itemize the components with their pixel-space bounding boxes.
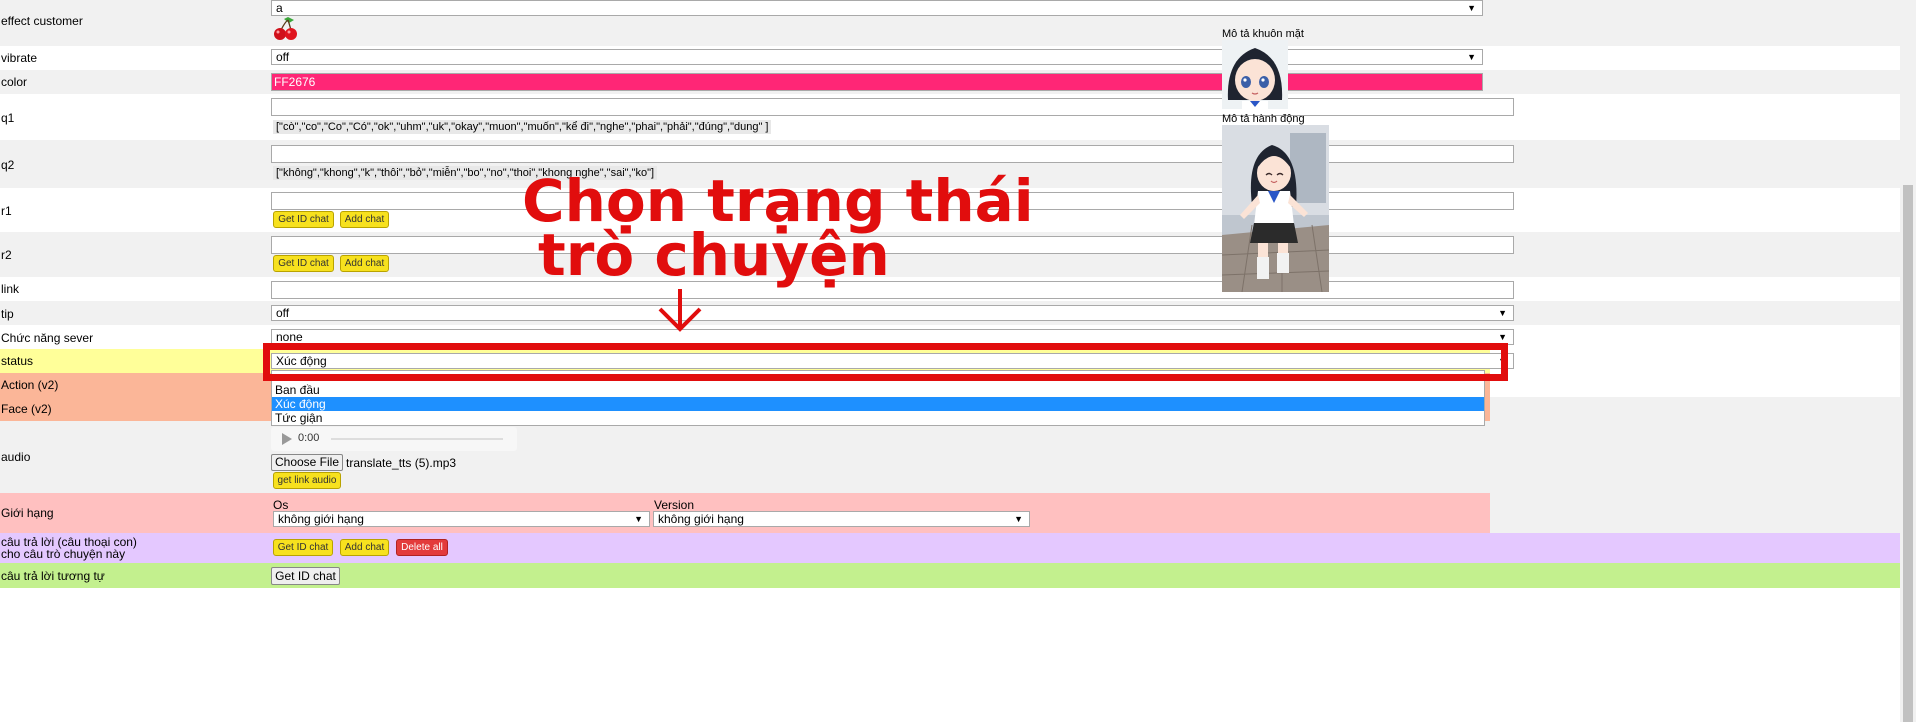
audio-progress-track[interactable] [331,438,503,440]
chevron-down-icon: ▼ [1467,52,1476,62]
label-limit: Giới hạng [1,506,54,520]
label-q2: q2 [1,158,15,172]
answer-get-id-button[interactable]: Get ID chat [273,539,333,556]
limit-os-select[interactable]: không giới hạng ▼ [273,511,650,527]
label-status: status [1,354,34,368]
limit-version-value: không giới hạng [658,512,744,526]
color-value: FF2676 [274,75,316,89]
status-option-xuc-dong[interactable]: Xúc động [272,397,1484,411]
limit-os-label: Os [273,498,289,512]
audio-time: 0:00 [298,432,320,444]
vibrate-select[interactable]: off ▼ [271,49,1483,65]
label-r1: r1 [1,204,12,218]
label-similar: câu trả lời tương tự [1,569,105,583]
face-preview-image [1222,40,1288,109]
label-q1: q1 [1,111,15,125]
choose-file-button[interactable]: Choose File [271,454,343,471]
audio-filename: translate_tts (5).mp3 [346,456,457,470]
audio-player[interactable]: 0:00 [271,427,517,451]
r1-add-chat-button[interactable]: Add chat [340,211,389,228]
label-face: Face (v2) [1,402,52,416]
label-color: color [1,75,28,89]
get-link-audio-button[interactable]: get link audio [273,472,341,489]
effect-customer-value: a [276,1,283,15]
limit-version-label: Version [654,498,695,512]
status-option-ban-dau[interactable]: Ban đầu [275,383,1481,397]
action-preview-image [1222,125,1329,292]
q1-input[interactable] [271,98,1514,116]
chevron-down-icon: ▼ [634,514,643,524]
label-server: Chức năng sever [1,331,94,345]
label-answer-2: cho câu trò chuyện này [1,547,126,561]
label-tip: tip [1,307,14,321]
status-option-tuc-gian[interactable]: Tức giận [275,411,1481,425]
label-effect-customer: effect customer [1,14,83,28]
tip-select[interactable]: off ▼ [271,305,1514,321]
status-highlight-frame [263,343,1508,381]
label-action: Action (v2) [1,378,59,392]
limit-os-value: không giới hạng [278,512,364,526]
delete-all-button[interactable]: Delete all [396,539,448,556]
r1-get-id-button[interactable]: Get ID chat [273,211,334,228]
arrow-down-icon [658,289,702,332]
vibrate-value: off [276,50,290,64]
face-preview-title: Mô tả khuôn mặt [1222,28,1304,40]
color-input[interactable]: FF2676 [271,73,1483,91]
chevron-down-icon: ▼ [1498,308,1507,318]
label-audio: audio [1,450,31,464]
row-bg-limit-right [1490,493,1900,533]
chevron-down-icon: ▼ [1498,332,1507,342]
server-value: none [276,330,303,344]
row-bg-face-right [1490,397,1900,421]
label-vibrate: vibrate [1,51,38,65]
chevron-down-icon: ▼ [1014,514,1023,524]
cherry-icon [274,17,297,40]
status-option-xuc-dong-label: Xúc động [275,397,326,411]
play-icon[interactable] [281,432,293,446]
r2-get-id-button[interactable]: Get ID chat [273,255,334,272]
limit-version-select[interactable]: không giới hạng ▼ [653,511,1030,527]
label-link: link [1,282,20,296]
label-r2: r2 [1,248,12,262]
r2-add-chat-button[interactable]: Add chat [340,255,389,272]
action-preview-title: Mô tả hành động [1222,113,1305,125]
scrollbar-thumb[interactable] [1903,185,1913,722]
chevron-down-icon: ▼ [1467,3,1476,13]
answer-add-chat-button[interactable]: Add chat [340,539,389,556]
similar-get-id-button[interactable]: Get ID chat [271,567,340,585]
tip-value: off [276,306,290,320]
q1-hint: ["cò","co","Co","Có","ok","uhm","uk","ok… [273,120,772,134]
annotation-line-2: trò chuyện [538,221,890,289]
effect-customer-select[interactable]: a ▼ [271,0,1483,16]
